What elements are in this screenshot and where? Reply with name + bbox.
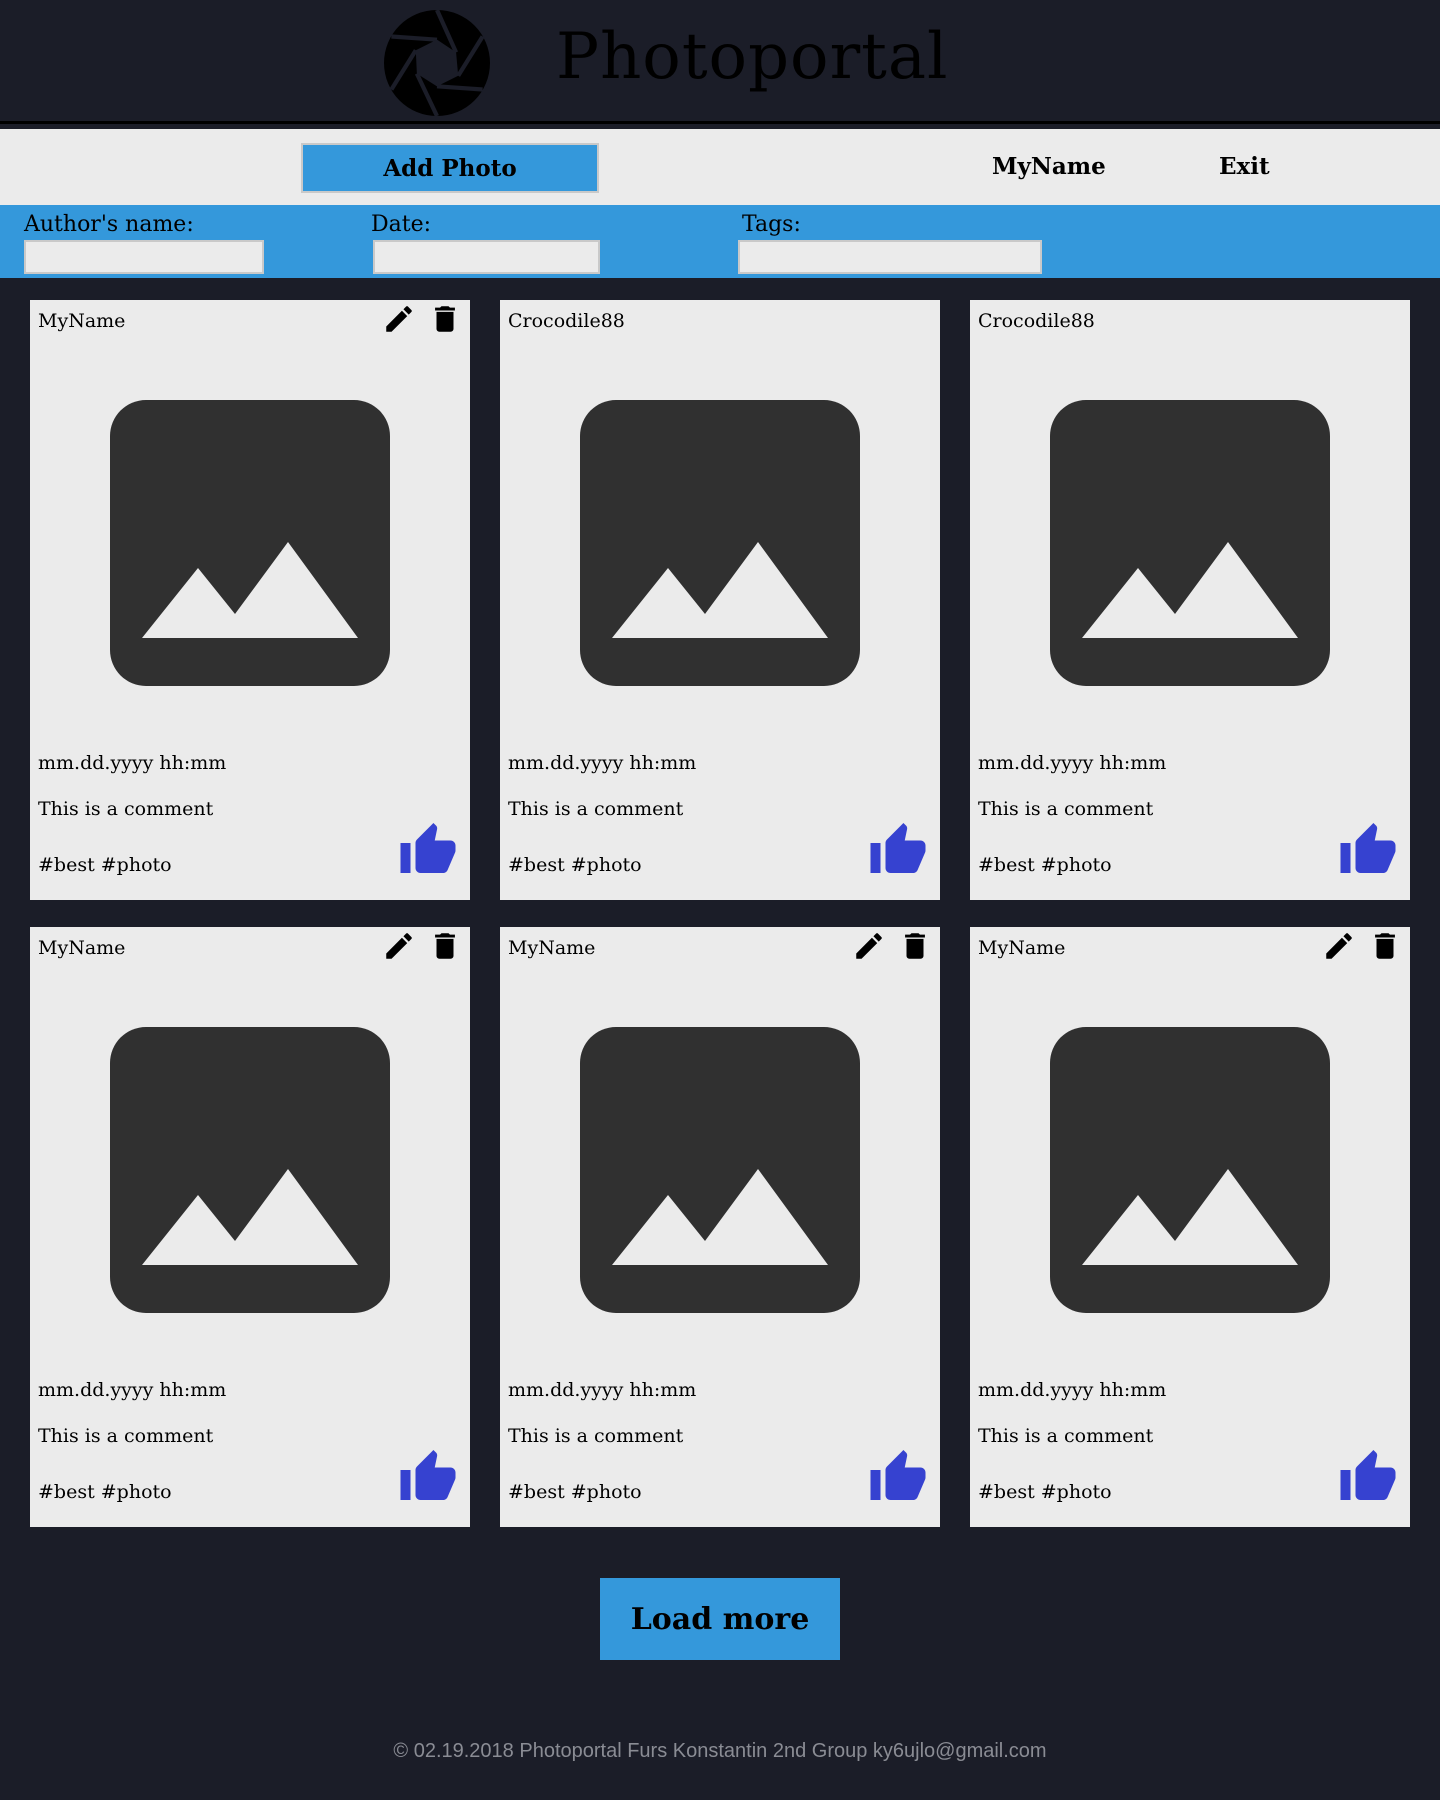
post-author[interactable]: MyName — [978, 935, 1065, 961]
photo-card: Crocodile88 mm.dd.yyyy hh:mm This is a c… — [970, 300, 1410, 900]
add-photo-button[interactable]: Add Photo — [301, 143, 599, 193]
image-placeholder-icon[interactable] — [580, 1027, 860, 1313]
post-tags[interactable]: #best #photo — [508, 1479, 642, 1505]
image-placeholder-icon[interactable] — [110, 1027, 390, 1313]
post-author[interactable]: MyName — [38, 308, 125, 334]
edit-pencil-icon[interactable] — [382, 302, 416, 336]
delete-trash-icon[interactable] — [898, 929, 932, 963]
delete-trash-icon[interactable] — [1368, 929, 1402, 963]
post-comment: This is a comment — [508, 798, 684, 820]
photo-card: MyName mm.dd.yyyy hh:mm This is a commen… — [970, 927, 1410, 1527]
post-date: mm.dd.yyyy hh:mm — [978, 1379, 1167, 1401]
image-placeholder-icon[interactable] — [110, 400, 390, 686]
like-thumbs-up-icon[interactable] — [398, 820, 458, 876]
delete-trash-icon[interactable] — [428, 302, 462, 336]
post-tags[interactable]: #best #photo — [978, 852, 1112, 878]
post-actions — [1322, 929, 1402, 963]
photo-card: MyName mm.dd.yyyy hh:mm This is a commen… — [30, 300, 470, 900]
post-tags[interactable]: #best #photo — [38, 852, 172, 878]
edit-pencil-icon[interactable] — [382, 929, 416, 963]
filter-bar: Author's name: Date: Tags: — [0, 205, 1440, 278]
post-date: mm.dd.yyyy hh:mm — [508, 752, 697, 774]
post-actions — [382, 929, 462, 963]
user-name-link[interactable]: MyName — [992, 151, 1106, 183]
post-tags[interactable]: #best #photo — [38, 1479, 172, 1505]
photo-card: Crocodile88 mm.dd.yyyy hh:mm This is a c… — [500, 300, 940, 900]
top-nav: Add Photo MyName Exit — [0, 129, 1440, 205]
image-placeholder-icon[interactable] — [580, 400, 860, 686]
tags-filter-input[interactable] — [738, 240, 1042, 274]
load-more-button[interactable]: Load more — [600, 1578, 840, 1660]
like-thumbs-up-icon[interactable] — [1338, 820, 1398, 876]
post-comment: This is a comment — [508, 1425, 684, 1447]
like-thumbs-up-icon[interactable] — [868, 820, 928, 876]
post-tags[interactable]: #best #photo — [978, 1479, 1112, 1505]
post-author[interactable]: Crocodile88 — [508, 308, 625, 334]
tags-filter-label: Tags: — [742, 212, 801, 237]
post-comment: This is a comment — [978, 798, 1154, 820]
footer-text: © 02.19.2018 Photoportal Furs Konstantin… — [393, 1740, 1047, 1762]
post-author[interactable]: Crocodile88 — [978, 308, 1095, 334]
camera-aperture-icon — [384, 10, 490, 116]
post-date: mm.dd.yyyy hh:mm — [508, 1379, 697, 1401]
photo-card: MyName mm.dd.yyyy hh:mm This is a commen… — [30, 927, 470, 1527]
date-filter-input[interactable] — [373, 240, 600, 274]
site-header: Photoportal — [0, 0, 1440, 124]
like-thumbs-up-icon[interactable] — [398, 1447, 458, 1503]
post-comment: This is a comment — [978, 1425, 1154, 1447]
post-actions — [382, 302, 462, 336]
author-filter-label: Author's name: — [24, 212, 194, 237]
post-author[interactable]: MyName — [38, 935, 125, 961]
edit-pencil-icon[interactable] — [1322, 929, 1356, 963]
post-author[interactable]: MyName — [508, 935, 595, 961]
date-filter-label: Date: — [371, 212, 432, 237]
image-placeholder-icon[interactable] — [1050, 400, 1330, 686]
site-title: Photoportal — [556, 20, 949, 94]
exit-link[interactable]: Exit — [1219, 151, 1270, 183]
post-date: mm.dd.yyyy hh:mm — [38, 1379, 227, 1401]
post-actions — [852, 929, 932, 963]
author-filter-input[interactable] — [24, 240, 264, 274]
post-date: mm.dd.yyyy hh:mm — [38, 752, 227, 774]
post-date: mm.dd.yyyy hh:mm — [978, 752, 1167, 774]
post-comment: This is a comment — [38, 798, 214, 820]
edit-pencil-icon[interactable] — [852, 929, 886, 963]
post-comment: This is a comment — [38, 1425, 214, 1447]
like-thumbs-up-icon[interactable] — [868, 1447, 928, 1503]
like-thumbs-up-icon[interactable] — [1338, 1447, 1398, 1503]
delete-trash-icon[interactable] — [428, 929, 462, 963]
image-placeholder-icon[interactable] — [1050, 1027, 1330, 1313]
photo-card: MyName mm.dd.yyyy hh:mm This is a commen… — [500, 927, 940, 1527]
post-tags[interactable]: #best #photo — [508, 852, 642, 878]
